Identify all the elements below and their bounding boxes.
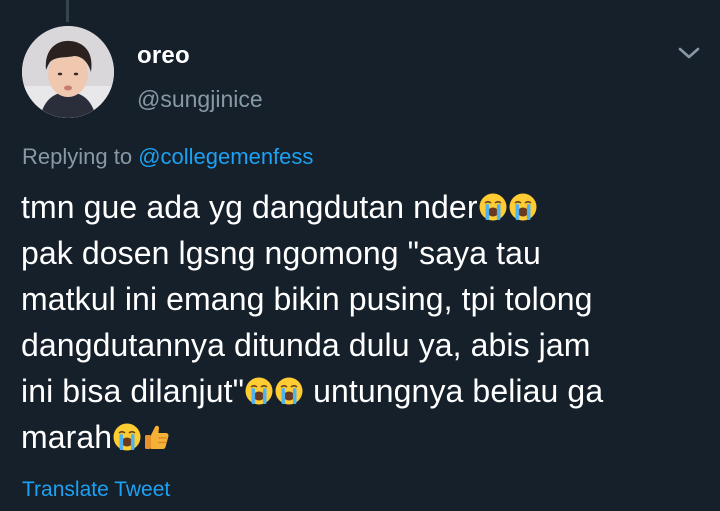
- tweet-text-line: tmn gue ada yg dangdutan nder: [21, 184, 711, 230]
- tweet-text-line: pak dosen lgsng ngomong "saya tau: [21, 230, 711, 276]
- author-handle[interactable]: @sungjinice: [137, 86, 263, 113]
- tweet-text: tmn gue ada yg dangdutan nder pak dosen …: [21, 184, 711, 460]
- author-display-name[interactable]: oreo: [137, 42, 190, 70]
- tweet-text-segment: tmn gue ada yg dangdutan nder: [21, 189, 478, 225]
- thread-connector-line: [66, 0, 69, 22]
- loudly-crying-face-icon: [244, 376, 274, 406]
- loudly-crying-face-icon: [274, 376, 304, 406]
- tweet-text-segment: marah: [21, 419, 113, 455]
- loudly-crying-face-icon: [508, 192, 538, 222]
- tweet-text-line: marah: [21, 414, 711, 460]
- thumbs-up-icon: [142, 422, 172, 452]
- loudly-crying-face-icon: [478, 192, 508, 222]
- tweet-text-segment: untungnya beliau ga: [304, 373, 604, 409]
- tweet-text-line: ini bisa dilanjut" untungnya beliau ga: [21, 368, 711, 414]
- loudly-crying-face-icon: [112, 422, 142, 452]
- avatar-photo-icon: [22, 26, 114, 118]
- replying-to-link[interactable]: @collegemenfess: [138, 144, 313, 169]
- tweet-text-segment: pak dosen lgsng ngomong "saya tau: [21, 235, 541, 271]
- tweet-text-segment: dangdutannya ditunda dulu ya, abis jam: [21, 327, 591, 363]
- avatar[interactable]: [22, 26, 114, 118]
- tweet-text-line: matkul ini emang bikin pusing, tpi tolon…: [21, 276, 711, 322]
- tweet-text-line: dangdutannya ditunda dulu ya, abis jam: [21, 322, 711, 368]
- replying-to-prefix: Replying to: [22, 144, 133, 169]
- tweet-card: oreo @sungjinice Replying to @collegemen…: [0, 0, 720, 511]
- tweet-text-segment: matkul ini emang bikin pusing, tpi tolon…: [21, 281, 593, 317]
- tweet-text-segment: ini bisa dilanjut": [21, 373, 245, 409]
- chevron-down-icon[interactable]: [676, 44, 702, 62]
- replying-to-line: Replying to @collegemenfess: [22, 144, 313, 170]
- translate-tweet-link[interactable]: Translate Tweet: [22, 478, 170, 502]
